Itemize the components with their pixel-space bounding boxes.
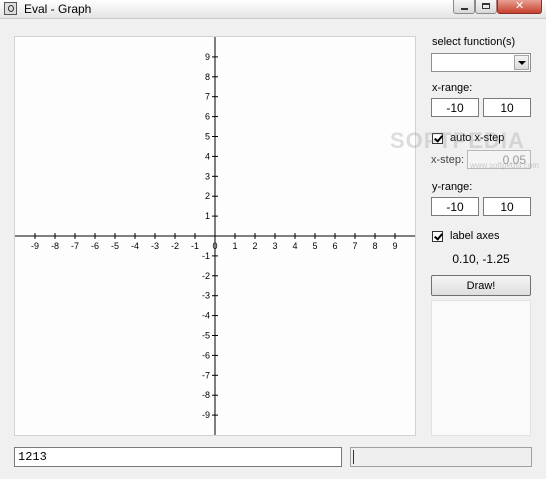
y-tick-label: -3 (202, 291, 210, 301)
x-tick-label: 8 (372, 241, 377, 251)
x-tick-label: -9 (31, 241, 39, 251)
y-tick-label: 4 (205, 151, 210, 161)
x-tick-label: -2 (171, 241, 179, 251)
y-tick-label: -9 (202, 410, 210, 420)
y-tick-label: 9 (205, 52, 210, 62)
y-min-input[interactable] (431, 197, 479, 216)
y-tick-label: 5 (205, 132, 210, 142)
status-bar (350, 447, 532, 467)
close-button[interactable] (497, 0, 542, 14)
info-panel (431, 300, 531, 436)
y-tick-label: -1 (202, 251, 210, 261)
x-tick-label: 6 (332, 241, 337, 251)
y-tick-label: -7 (202, 370, 210, 380)
x-step-input[interactable] (467, 150, 531, 169)
y-tick-label: 3 (205, 171, 210, 181)
x-tick-label: -6 (91, 241, 99, 251)
x-tick-label: 7 (352, 241, 357, 251)
expression-input[interactable] (14, 447, 342, 467)
y-range-label: y-range: (432, 181, 473, 193)
x-min-input[interactable] (431, 98, 479, 117)
y-tick-label: -2 (202, 271, 210, 281)
y-tick-label: 7 (205, 92, 210, 102)
y-tick-label: 8 (205, 72, 210, 82)
select-function-label: select function(s) (432, 36, 516, 48)
app-icon[interactable] (4, 2, 17, 15)
y-tick-label: -8 (202, 390, 210, 400)
x-tick-label: -5 (111, 241, 119, 251)
graph-canvas[interactable]: -9 -8 -7 -6 -5 -4 -3 -2 -1 0 1 2 3 4 5 6 7 8 9987654321-1-… (15, 37, 415, 435)
y-tick-label: -4 (202, 311, 210, 321)
x-tick-label: -4 (131, 241, 139, 251)
title-bar: Eval - Graph (0, 0, 546, 19)
x-tick-label: -7 (71, 241, 79, 251)
chevron-down-icon[interactable] (514, 55, 529, 70)
cursor-coordinates: 0.10, -1.25 (452, 252, 510, 266)
graph-panel[interactable]: -9 -8 -7 -6 -5 -4 -3 -2 -1 0 1 2 3 4 5 6 7 8 9 9 8 7 6 5 4 3 2 1 -1-… (14, 36, 416, 436)
y-tick-label: -5 (202, 331, 210, 341)
y-tick-label: -6 (202, 350, 210, 360)
y-max-input[interactable] (483, 197, 531, 216)
auto-step-checkbox[interactable] (432, 133, 443, 144)
function-select[interactable] (431, 53, 531, 72)
x-tick-label: 3 (272, 241, 277, 251)
label-axes-checkbox[interactable] (432, 231, 443, 242)
x-tick-label: -8 (51, 241, 59, 251)
x-tick-label: 5 (312, 241, 317, 251)
y-tick-label: 1 (205, 211, 210, 221)
x-tick-label: 1 (232, 241, 237, 251)
auto-step-label: auto x-step (450, 132, 505, 144)
x-tick-label: -1 (191, 241, 199, 251)
x-tick-label: 2 (252, 241, 257, 251)
x-max-input[interactable] (483, 98, 531, 117)
x-range-label: x-range: (432, 82, 473, 94)
minimize-button[interactable] (453, 0, 475, 14)
maximize-button[interactable] (475, 0, 497, 14)
window-title: Eval - Graph (24, 2, 92, 16)
x-tick-label: -3 (151, 241, 159, 251)
x-step-label: x-step: (431, 154, 465, 166)
y-tick-label: 2 (205, 191, 210, 201)
x-tick-label: 4 (292, 241, 297, 251)
y-tick-label: 6 (205, 112, 210, 122)
label-axes-label: label axes (450, 230, 500, 242)
x-tick-label: 9 (392, 241, 397, 251)
x-tick-label: 0 (212, 241, 217, 251)
draw-button[interactable]: Draw! (431, 275, 531, 296)
